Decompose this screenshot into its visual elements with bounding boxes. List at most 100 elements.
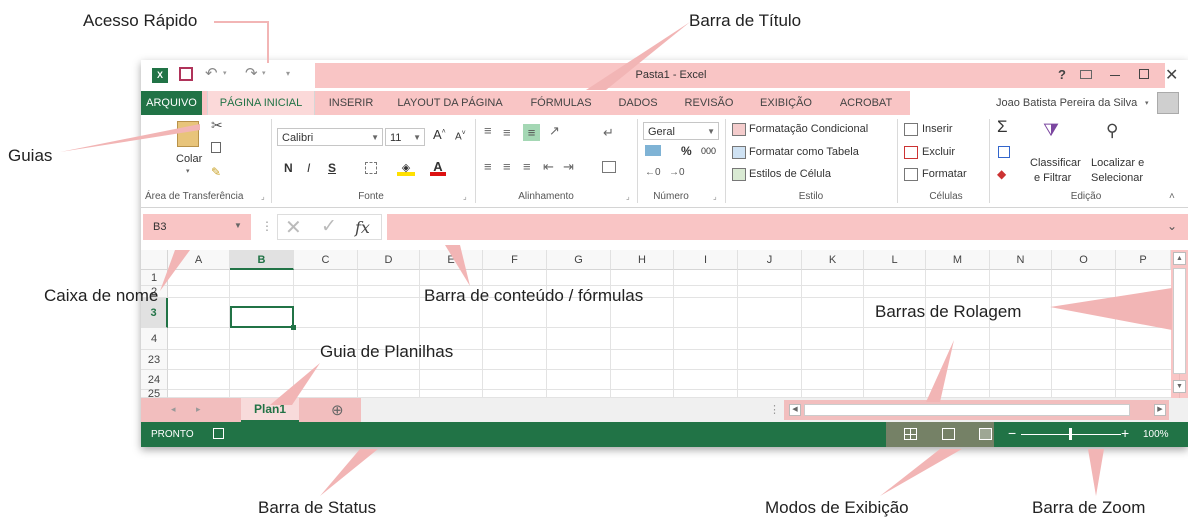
scroll-up-icon[interactable]: ▲: [1173, 252, 1186, 265]
tab-home[interactable]: PÁGINA INICIAL: [207, 91, 315, 115]
tab-split-icon[interactable]: ⋮: [769, 403, 780, 416]
paste-button[interactable]: Colar: [176, 153, 202, 165]
copy-icon[interactable]: [211, 142, 221, 153]
vertical-scroll-thumb[interactable]: [1173, 268, 1186, 374]
save-icon[interactable]: [179, 67, 193, 81]
paste-dropdown-icon[interactable]: ▾: [186, 167, 190, 175]
merge-center-icon[interactable]: [602, 161, 616, 173]
active-cell[interactable]: [230, 306, 294, 328]
column-header[interactable]: H: [611, 250, 674, 270]
redo-dropdown-icon[interactable]: ▾: [262, 69, 266, 77]
close-icon[interactable]: ✕: [1165, 65, 1178, 85]
zoom-out-icon[interactable]: −: [1008, 425, 1016, 441]
formula-input[interactable]: [387, 214, 1188, 240]
horizontal-scroll-thumb[interactable]: [804, 404, 1130, 416]
tab-acrobat[interactable]: ACROBAT: [833, 91, 899, 115]
find-select-label-2[interactable]: Selecionar: [1091, 172, 1143, 184]
user-name[interactable]: Joao Batista Pereira da Silva: [996, 97, 1137, 109]
column-header[interactable]: O: [1052, 250, 1116, 270]
tab-review[interactable]: REVISÃO: [679, 91, 739, 115]
italic-button[interactable]: I: [307, 161, 310, 175]
customize-qat-icon[interactable]: ▾: [286, 69, 290, 78]
sort-filter-icon[interactable]: ⧩: [1043, 120, 1059, 141]
orientation-icon[interactable]: ↗: [549, 123, 560, 139]
zoom-in-icon[interactable]: +: [1121, 425, 1129, 441]
row-header[interactable]: 25: [141, 389, 168, 398]
avatar[interactable]: [1157, 92, 1179, 114]
insert-cells-icon[interactable]: [904, 123, 918, 136]
find-select-icon[interactable]: ⚲: [1106, 121, 1118, 141]
percent-button[interactable]: %: [681, 144, 692, 158]
increase-decimal-icon[interactable]: ←0: [645, 167, 661, 178]
find-select-label-1[interactable]: Localizar e: [1091, 157, 1144, 169]
column-header[interactable]: K: [802, 250, 864, 270]
conditional-format-icon[interactable]: [732, 123, 746, 136]
row-header[interactable]: 23: [141, 350, 168, 370]
next-sheet-icon[interactable]: ▸: [196, 404, 201, 415]
ribbon-display-icon[interactable]: [1080, 70, 1092, 79]
undo-icon[interactable]: ↶: [205, 64, 218, 82]
paste-icon[interactable]: [177, 121, 199, 147]
zoom-level[interactable]: 100%: [1143, 429, 1169, 440]
collapse-ribbon-icon[interactable]: ˄: [1169, 191, 1175, 202]
format-table-icon[interactable]: [732, 146, 746, 159]
enter-icon[interactable]: ✓: [321, 215, 337, 238]
clipboard-launcher-icon[interactable]: ⌟: [261, 192, 265, 201]
column-header[interactable]: D: [358, 250, 420, 270]
row-header[interactable]: 1: [141, 270, 168, 286]
cell-styles-icon[interactable]: [732, 168, 746, 181]
sort-filter-label-1[interactable]: Classificar: [1030, 157, 1081, 169]
column-header[interactable]: C: [294, 250, 358, 270]
column-header[interactable]: J: [738, 250, 802, 270]
column-header[interactable]: L: [864, 250, 926, 270]
number-launcher-icon[interactable]: ⌟: [713, 192, 717, 201]
column-header[interactable]: A: [168, 250, 230, 270]
redo-icon[interactable]: ↷: [245, 64, 258, 82]
currency-icon[interactable]: [645, 145, 661, 156]
sort-filter-label-2[interactable]: e Filtrar: [1034, 172, 1071, 184]
delete-cells-button[interactable]: Excluir: [922, 146, 955, 158]
format-cells-icon[interactable]: [904, 168, 918, 181]
row-header[interactable]: 24: [141, 370, 168, 390]
font-name-combo[interactable]: Calibri ▼: [277, 128, 383, 146]
font-size-combo[interactable]: 11 ▼: [385, 128, 425, 146]
align-bottom-icon[interactable]: ≡: [523, 124, 540, 141]
format-painter-icon[interactable]: ✎: [211, 165, 221, 179]
cancel-icon[interactable]: ✕: [285, 215, 302, 240]
row-header[interactable]: 4: [141, 328, 168, 350]
decrease-decimal-icon[interactable]: →0: [669, 167, 685, 178]
tab-formulas[interactable]: FÓRMULAS: [525, 91, 597, 115]
borders-icon[interactable]: [365, 162, 377, 174]
undo-dropdown-icon[interactable]: ▾: [223, 69, 227, 77]
name-box-dropdown-icon[interactable]: ▼: [234, 221, 242, 230]
column-header[interactable]: P: [1116, 250, 1171, 270]
decrease-indent-icon[interactable]: ⇤: [543, 159, 554, 175]
tab-page-layout[interactable]: LAYOUT DA PÁGINA: [391, 91, 509, 115]
tab-insert[interactable]: INSERIR: [321, 91, 381, 115]
format-cells-button[interactable]: Formatar: [922, 168, 967, 180]
column-header[interactable]: E: [420, 250, 483, 270]
help-icon[interactable]: ?: [1058, 67, 1066, 82]
align-center-icon[interactable]: ≡: [503, 159, 511, 174]
column-header[interactable]: I: [674, 250, 738, 270]
macro-record-icon[interactable]: [213, 428, 224, 439]
cut-icon[interactable]: ✂: [211, 117, 223, 134]
underline-button[interactable]: S: [328, 161, 336, 175]
insert-cells-button[interactable]: Inserir: [922, 123, 953, 135]
conditional-format-button[interactable]: Formatação Condicional: [749, 123, 868, 135]
expand-formula-icon[interactable]: ⌄: [1167, 219, 1177, 233]
thousands-button[interactable]: 000: [701, 146, 716, 156]
page-break-view-icon[interactable]: [979, 428, 992, 440]
font-launcher-icon[interactable]: ⌟: [463, 192, 467, 201]
bold-button[interactable]: N: [284, 161, 293, 175]
scroll-left-icon[interactable]: ◀: [789, 404, 801, 416]
align-right-icon[interactable]: ≡: [523, 159, 531, 174]
shrink-font-icon[interactable]: A˅: [455, 130, 466, 142]
fill-handle[interactable]: [291, 325, 296, 330]
alignment-launcher-icon[interactable]: ⌟: [626, 192, 630, 201]
column-header[interactable]: M: [926, 250, 990, 270]
fill-color-icon[interactable]: ◈: [397, 161, 415, 176]
normal-view-icon[interactable]: [904, 428, 917, 440]
sheet-tab-plan1[interactable]: Plan1: [241, 398, 299, 423]
worksheet-grid[interactable]: ABCDEFGHIJKLMNOP 1 2 3 4 23 24 25 ▲ ▼: [141, 250, 1188, 398]
